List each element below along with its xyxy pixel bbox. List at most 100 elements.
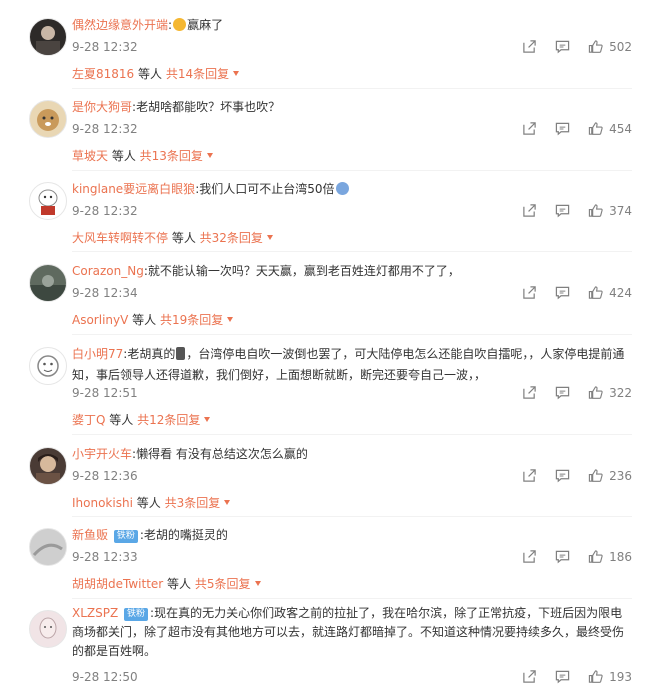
like-count: 193: [609, 669, 632, 684]
more-replies-link[interactable]: 共5条回复: [195, 577, 261, 591]
share-icon: [523, 286, 536, 299]
share-button[interactable]: [522, 468, 537, 483]
username-link[interactable]: 偶然边缘意外开端: [72, 18, 168, 32]
reply-user-link[interactable]: 大风车转啊转不停: [72, 231, 168, 245]
caret-down-icon: [204, 417, 211, 422]
comment-button[interactable]: [555, 39, 570, 54]
avatar-image: [37, 355, 59, 377]
avatar[interactable]: [29, 264, 67, 302]
avatar-image: [30, 529, 66, 565]
avatar-image: [30, 275, 66, 301]
comment-time: 9-28 12:34: [72, 286, 138, 300]
comment-icon: [555, 122, 570, 136]
reply-user-link[interactable]: 婆丁Q: [72, 413, 105, 427]
comment-time: 9-28 12:50: [72, 670, 138, 684]
comment-text: 就不能认输一次吗？天天赢，赢到老百姓连灯都用不了了，: [147, 264, 460, 278]
username-link[interactable]: 小宇开火车: [72, 447, 132, 461]
comment-actions: 454: [504, 121, 632, 136]
share-button[interactable]: [522, 203, 537, 218]
caret-down-icon: [224, 500, 231, 505]
comment-button[interactable]: [555, 669, 570, 684]
username-link[interactable]: 是你大狗哥: [72, 100, 132, 114]
divider: [72, 516, 632, 517]
share-button[interactable]: [522, 285, 537, 300]
avatar[interactable]: [29, 182, 67, 220]
like-icon: [588, 469, 603, 482]
like-button[interactable]: 186: [588, 549, 632, 564]
share-button[interactable]: [522, 39, 537, 54]
avatar[interactable]: [29, 18, 67, 56]
more-replies-link[interactable]: 共13条回复: [140, 149, 213, 163]
like-count: 374: [609, 203, 632, 218]
like-count: 186: [609, 549, 632, 564]
comment-button[interactable]: [555, 468, 570, 483]
avatar[interactable]: [29, 447, 67, 485]
reply-user-link[interactable]: 胡胡胡deTwitter: [72, 577, 163, 591]
share-icon: [523, 670, 536, 683]
username-link[interactable]: kinglane要远离白眼狼: [72, 182, 195, 196]
more-replies-link[interactable]: 共12条回复: [137, 413, 211, 427]
share-icon: [523, 40, 536, 53]
like-count: 424: [609, 285, 632, 300]
comment-actions: 374: [504, 203, 632, 218]
like-button[interactable]: 236: [588, 468, 632, 483]
avatar[interactable]: [29, 347, 67, 385]
sweat-emoji-icon: [335, 182, 349, 195]
like-count: 502: [609, 39, 632, 54]
divider: [72, 334, 632, 335]
like-button[interactable]: 374: [588, 203, 632, 218]
more-replies-link[interactable]: 共14条回复: [166, 67, 240, 81]
trophy-emoji-icon: [176, 347, 186, 360]
reply-user-link[interactable]: Ihonokishi: [72, 496, 133, 510]
share-button[interactable]: [522, 669, 537, 684]
reply-summary: 婆丁Q 等人 共12条回复: [72, 411, 211, 428]
more-replies-link[interactable]: 共19条回复: [160, 313, 234, 327]
like-button[interactable]: 193: [588, 669, 632, 684]
comment-icon: [555, 550, 570, 564]
share-button[interactable]: [522, 549, 537, 564]
username-link[interactable]: Corazon_Ng: [72, 264, 144, 278]
like-icon: [588, 550, 603, 563]
like-count: 322: [609, 385, 632, 400]
comment-list: 偶然边缘意外开端: 赢麻了 9-28 12:32 502 左夏81816 等人 共…: [0, 0, 650, 684]
reply-user-link[interactable]: 左夏81816: [72, 67, 134, 81]
comment-actions: 424: [504, 285, 632, 300]
comment-time: 9-28 12:32: [72, 122, 138, 136]
reply-user-link[interactable]: AsorlinyV: [72, 313, 128, 327]
divider: [72, 434, 632, 435]
like-button[interactable]: 322: [588, 385, 632, 400]
reply-summary: 大风车转啊转不停 等人 共32条回复: [72, 229, 273, 246]
comment-time: 9-28 12:33: [72, 550, 138, 564]
comment-actions: 502: [504, 39, 632, 54]
reply-user-link[interactable]: 草坡天: [72, 149, 108, 163]
like-button[interactable]: 424: [588, 285, 632, 300]
comment-actions: 193: [504, 669, 632, 684]
username-link[interactable]: 白小明77: [72, 347, 123, 361]
comment-text: 我们人口可不止台湾50倍: [199, 182, 335, 196]
comment-button[interactable]: [555, 549, 570, 564]
like-button[interactable]: 454: [588, 121, 632, 136]
fan-badge: 铁粉: [113, 530, 138, 543]
reply-summary: 左夏81816 等人 共14条回复: [72, 65, 240, 82]
username-link[interactable]: XLZSPZ: [72, 606, 118, 620]
avatar[interactable]: [29, 528, 67, 566]
caret-down-icon: [227, 317, 234, 322]
comment-button[interactable]: [555, 285, 570, 300]
more-replies-link[interactable]: 共32条回复: [200, 231, 273, 245]
comment-button[interactable]: [555, 203, 570, 218]
share-button[interactable]: [522, 121, 537, 136]
avatar-image: [39, 617, 57, 639]
more-replies-link[interactable]: 共3条回复: [165, 496, 231, 510]
like-button[interactable]: 502: [588, 39, 632, 54]
avatar[interactable]: [29, 610, 67, 648]
like-icon: [588, 40, 603, 53]
comment-button[interactable]: [555, 121, 570, 136]
comment-text: 老胡的嘴挺灵的: [143, 528, 228, 542]
share-button[interactable]: [522, 385, 537, 400]
caret-down-icon: [254, 581, 261, 586]
avatar[interactable]: [29, 100, 67, 138]
username-link[interactable]: 新鱼贩: [72, 528, 108, 542]
reply-summary: AsorlinyV 等人 共19条回复: [72, 311, 234, 328]
comment-button[interactable]: [555, 385, 570, 400]
like-icon: [588, 204, 603, 217]
